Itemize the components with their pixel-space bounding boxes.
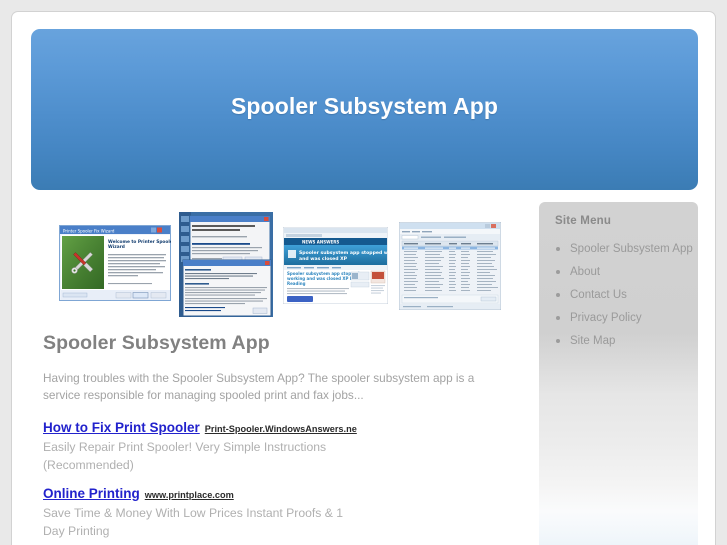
ad-title-link[interactable]: How to Fix Print Spooler — [43, 420, 200, 435]
sidebar-item-privacy-policy[interactable]: Privacy Policy — [539, 306, 698, 329]
bullet-icon — [556, 338, 560, 343]
sidebar-item-spooler-subsystem-app[interactable]: Spooler Subsystem App — [539, 237, 698, 260]
site-header-banner: Spooler Subsystem App — [31, 29, 698, 190]
ad-heading-row: Online Printing www.printplace.com — [43, 486, 523, 503]
bullet-icon — [556, 292, 560, 297]
ad-description: Save Time & Money With Low Prices Instan… — [43, 506, 344, 538]
svg-text:Wizard: Wizard — [108, 244, 125, 250]
page-title: Spooler Subsystem App — [43, 332, 270, 354]
svg-text:NEWS ANSWERS: NEWS ANSWERS — [302, 240, 339, 245]
ad-url-link[interactable]: Print-Spooler.WindowsAnswers.ne — [205, 424, 357, 434]
sidebar-item-contact-us[interactable]: Contact Us — [539, 283, 698, 306]
page-container: Spooler Subsystem App Site Menu Spooler … — [11, 11, 716, 545]
bullet-icon — [556, 246, 560, 251]
ad-title-link[interactable]: Online Printing — [43, 486, 140, 501]
sidebar-heading: Site Menu — [555, 215, 612, 227]
sidebar-item-about[interactable]: About — [539, 260, 698, 283]
ad-listing: How to Fix Print Spooler Print-Spooler.Wi… — [43, 420, 523, 474]
svg-text:Printer Spooler Fix Wizard: Printer Spooler Fix Wizard — [63, 229, 115, 234]
forum-article-screenshot[interactable]: NEWS ANSWERS Spooler subsystem app stopp… — [283, 227, 388, 304]
sidebar-item-label: Contact Us — [570, 288, 627, 301]
screenshot-thumbnail-strip: Printer Spooler Fix Wizard Welcome to Pr… — [43, 206, 523, 324]
site-title: Spooler Subsystem App — [230, 93, 499, 119]
sidebar-item-label: Site Map — [570, 334, 616, 347]
sidebar-item-label: About — [570, 265, 601, 278]
intro-paragraph: Having troubles with the Spooler Subsyst… — [43, 371, 475, 402]
ad-url-link[interactable]: www.printplace.com — [145, 490, 234, 500]
sidebar-item-label: Privacy Policy — [570, 311, 642, 324]
bullet-icon — [556, 315, 560, 320]
windows-error-dialogs-screenshot[interactable] — [179, 212, 273, 317]
sidebar-item-site-map[interactable]: Site Map — [539, 329, 698, 352]
svg-text:Reading: Reading — [287, 281, 306, 286]
ad-heading-row: How to Fix Print Spooler Print-Spooler.Wi… — [43, 420, 523, 437]
printer-spooler-fix-wizard-screenshot[interactable]: Printer Spooler Fix Wizard Welcome to Pr… — [59, 225, 171, 301]
sidebar-item-label: Spooler Subsystem App — [570, 242, 693, 255]
svg-text:and was closed XP: and was closed XP — [299, 256, 348, 262]
bullet-icon — [556, 269, 560, 274]
sidebar: Site Menu Spooler Subsystem App About Co… — [539, 202, 698, 545]
ad-description: Easily Repair Print Spooler! Very Simple… — [43, 440, 327, 472]
svg-text:Spooler subsystem app stopped: Spooler subsystem app stopped working — [299, 250, 388, 256]
windows-services-list-screenshot[interactable] — [399, 222, 501, 310]
ad-listing: Online Printing www.printplace.com Save T… — [43, 486, 523, 540]
main-content: Spooler Subsystem App Having troubles wi… — [43, 332, 523, 545]
